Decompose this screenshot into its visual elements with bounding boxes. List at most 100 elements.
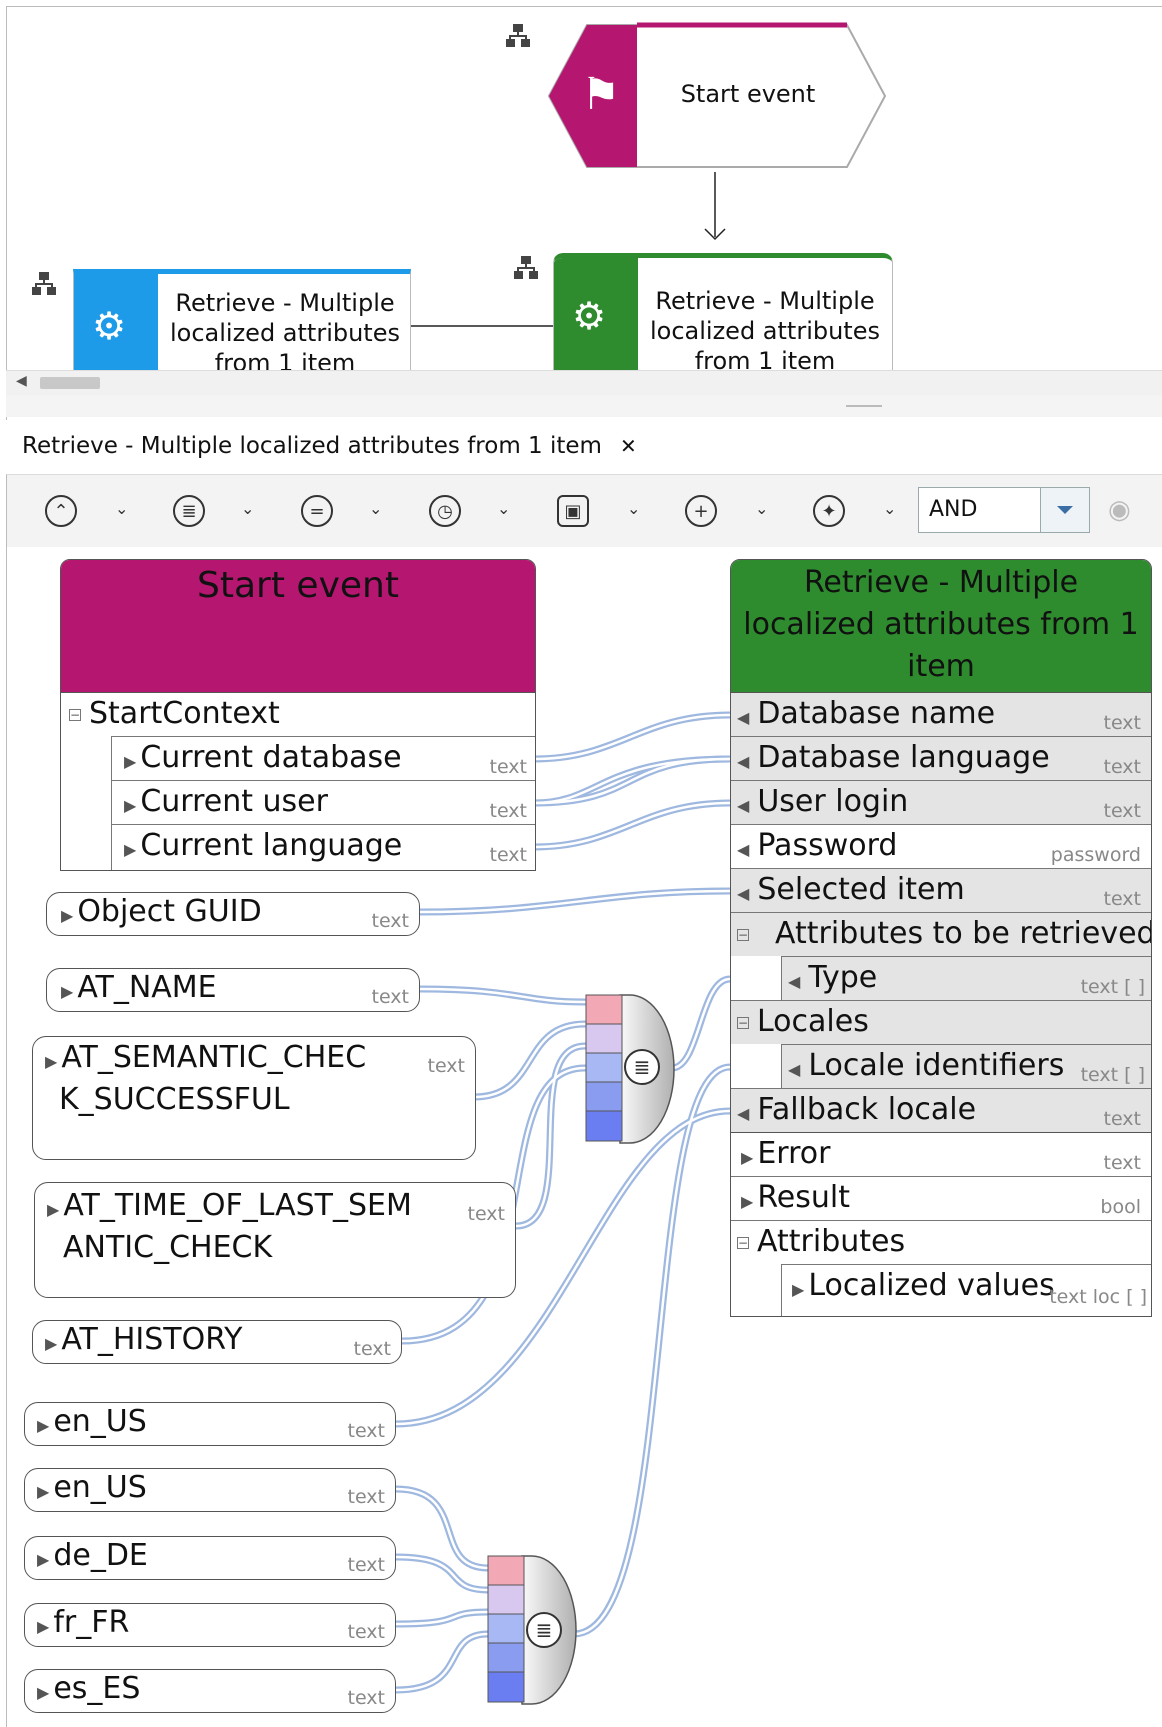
input-group-row[interactable]: − Locales — [731, 1000, 1151, 1044]
pill-type: text — [347, 1621, 386, 1643]
row-type: text loc [ ] — [1049, 1286, 1147, 1308]
collapse-icon[interactable]: − — [737, 1016, 749, 1029]
list-icon: ≣ — [624, 1049, 660, 1085]
pill-label: AT_SEMANTIC_CHEC — [61, 1040, 367, 1075]
input-row[interactable]: ◀ Selected item text — [731, 868, 1151, 912]
constant-pill[interactable]: ▶ Object GUID text — [46, 892, 420, 936]
scroll-left-icon[interactable]: ◀ — [16, 373, 27, 389]
tree-icon[interactable] — [511, 253, 541, 287]
time-function-icon[interactable]: ◷ — [429, 495, 461, 527]
function-node-green[interactable]: ⚙ Retrieve - Multiple localized attribut… — [553, 253, 893, 372]
tree-icon[interactable] — [503, 21, 533, 55]
input-row[interactable]: ◀ Password password — [731, 824, 1151, 868]
diagram-pane[interactable]: ⚑ Start event ⚙ Retrieve - Multiple loca… — [6, 6, 1162, 372]
row-type: text — [489, 844, 528, 866]
constant-pill[interactable]: ▶ es_ES text — [24, 1669, 396, 1713]
tree-icon[interactable] — [29, 269, 59, 303]
pill-label: Object GUID — [77, 894, 262, 929]
output-row[interactable]: ▶ Current database text — [111, 736, 535, 780]
add-service-icon[interactable]: ✦ — [813, 495, 845, 527]
scroll-thumb[interactable] — [40, 377, 100, 389]
output-row[interactable]: ▶ Localized values text loc [ ] — [781, 1264, 1151, 1316]
output-row[interactable]: ▶ Current user text — [111, 780, 535, 824]
function-node-blue[interactable]: ⚙ Retrieve - Multiple localized attribut… — [73, 269, 411, 372]
pill-type: text — [347, 1687, 386, 1709]
input-row[interactable]: ◀ User login text — [731, 780, 1151, 824]
function-green-label: Retrieve - Multiple localized attributes… — [649, 287, 880, 372]
start-event-box[interactable]: Start event − StartContext ▶ Current datab… — [60, 559, 536, 871]
pill-type: text — [427, 1055, 466, 1077]
pill-label-continued: ANTIC_CHECK — [63, 1230, 273, 1265]
close-icon[interactable]: ✕ — [620, 434, 637, 458]
input-row[interactable]: ◀ Database language text — [731, 736, 1151, 780]
pill-type: text — [467, 1203, 506, 1225]
chevron-down-icon[interactable]: ⌄ — [627, 499, 640, 518]
save-function-icon[interactable]: ▣ — [557, 495, 589, 527]
chevron-down-icon[interactable]: ⌄ — [369, 499, 382, 518]
function-blue-label: Retrieve - Multiple localized attributes… — [169, 289, 400, 372]
collapse-icon[interactable]: − — [737, 1236, 749, 1249]
function-icon-bg: ⚙ — [74, 274, 158, 372]
pill-type: text — [347, 1554, 386, 1576]
pill-label: AT_NAME — [77, 970, 217, 1005]
pill-label: fr_FR — [53, 1605, 130, 1640]
chevron-down-icon[interactable]: ⌄ — [115, 499, 128, 518]
input-row[interactable]: ◀ Type text [ ] — [781, 956, 1151, 1000]
puzzle-gear-icon: ⚙ — [92, 304, 127, 348]
equals-function-icon[interactable]: = — [301, 495, 333, 527]
constant-pill[interactable]: ▶ AT_NAME text — [46, 968, 420, 1012]
chevron-down-icon[interactable]: ⌄ — [755, 499, 768, 518]
constant-pill[interactable]: ▶ AT_TIME_OF_LAST_SEM ANTIC_CHECK text — [34, 1182, 516, 1298]
output-row[interactable]: ▶ Error text — [731, 1132, 1151, 1176]
start-event-node[interactable]: ⚑ Start event — [547, 21, 887, 171]
group-row[interactable]: − StartContext — [61, 692, 535, 736]
operator-select[interactable]: AND — [918, 487, 1090, 533]
add-function-icon[interactable]: + — [685, 495, 717, 527]
list-icon: ≣ — [526, 1612, 562, 1648]
constant-pill[interactable]: ▶ fr_FR text — [24, 1603, 396, 1647]
list-operator-node[interactable]: ≣ — [584, 993, 676, 1145]
row-label: Password — [757, 828, 898, 863]
constant-pill[interactable]: ▶ AT_SEMANTIC_CHEC K_SUCCESSFUL text — [32, 1036, 476, 1160]
input-group-row[interactable]: − Attributes to be retrieved — [731, 912, 1151, 956]
row-label: Attributes to be retrieved — [775, 916, 1152, 951]
constant-pill[interactable]: ▶ de_DE text — [24, 1536, 396, 1580]
input-row[interactable]: ◀ Locale identifiers text [ ] — [781, 1044, 1151, 1088]
chevron-down-icon[interactable]: ⌄ — [497, 499, 510, 518]
start-event-title: Start event — [197, 565, 399, 606]
list-function-icon[interactable]: ≣ — [173, 495, 205, 527]
start-event-label: Start event — [680, 80, 816, 108]
input-row[interactable]: ◀ Database name text — [731, 692, 1151, 736]
pill-type: text — [347, 1420, 386, 1442]
constant-pill[interactable]: ▶ en_US text — [24, 1468, 396, 1512]
horizontal-scrollbar[interactable]: ◀ — [6, 370, 1162, 396]
chevron-down-icon[interactable]: ⌄ — [241, 499, 254, 518]
output-row[interactable]: ▶ Current language text — [111, 824, 535, 870]
tab-mapping[interactable]: Retrieve - Multiple localized attributes… — [6, 420, 653, 475]
row-label: Selected item — [757, 872, 965, 907]
start-event-header: Start event — [61, 560, 535, 692]
dropdown-button[interactable] — [1040, 488, 1089, 532]
output-group-row[interactable]: − Attributes — [731, 1220, 1151, 1264]
output-row[interactable]: ▶ Result bool — [731, 1176, 1151, 1220]
chevron-down-icon — [1057, 506, 1073, 514]
function-box[interactable]: Retrieve - Multiple localized attributes… — [730, 559, 1152, 1317]
row-label: Localized values — [808, 1268, 1055, 1303]
pill-type: text — [347, 1486, 386, 1508]
pill-label: AT_TIME_OF_LAST_SEM — [63, 1188, 412, 1223]
list-operator-node[interactable]: ≣ — [486, 1554, 578, 1706]
constant-pill[interactable]: ▶ en_US text — [24, 1402, 396, 1446]
pill-type: text — [353, 1338, 392, 1360]
constant-pill[interactable]: ▶ AT_HISTORY text — [32, 1320, 402, 1364]
pill-label: de_DE — [53, 1538, 148, 1573]
collapse-icon[interactable]: − — [737, 928, 749, 941]
collapse-up-icon[interactable]: ⌃ — [45, 495, 77, 527]
chevron-down-icon[interactable]: ⌄ — [883, 499, 896, 518]
operator-select-value: AND — [929, 497, 978, 522]
input-row[interactable]: ◀ Fallback locale text — [731, 1088, 1151, 1132]
pane-splitter[interactable] — [6, 395, 1162, 417]
row-label: Current user — [140, 784, 328, 819]
collapse-icon[interactable]: − — [69, 708, 81, 721]
pill-label: es_ES — [53, 1671, 141, 1706]
eye-icon[interactable]: ◉ — [1108, 495, 1131, 525]
